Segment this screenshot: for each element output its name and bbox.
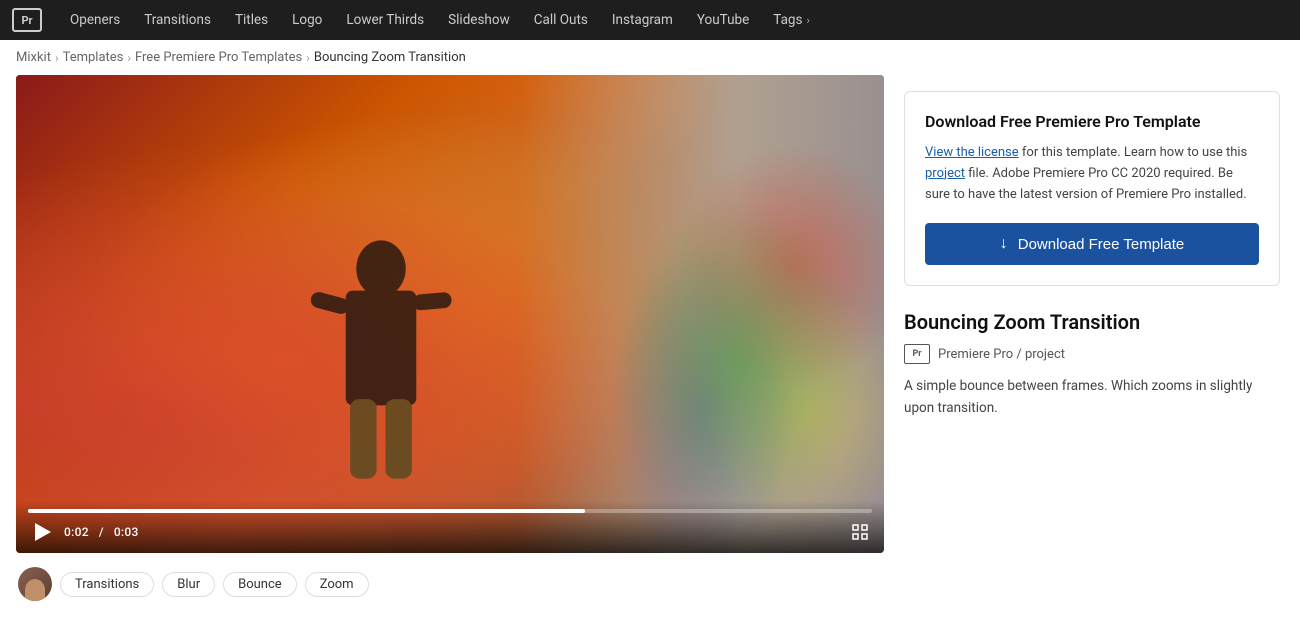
navbar-items: Openers Transitions Titles Logo Lower Th… xyxy=(58,0,822,40)
video-progress-bar[interactable] xyxy=(28,509,872,513)
video-controls-left: 0:02 / 0:03 xyxy=(28,519,139,545)
nav-item-titles[interactable]: Titles xyxy=(223,0,280,40)
video-section: 0:02 / 0:03 xyxy=(16,75,884,601)
nav-item-instagram[interactable]: Instagram xyxy=(600,0,685,40)
nav-item-lower-thirds[interactable]: Lower Thirds xyxy=(334,0,436,40)
download-card-title: Download Free Premiere Pro Template xyxy=(925,112,1259,131)
video-controls-row: 0:02 / 0:03 xyxy=(28,519,872,545)
sidebar: Download Free Premiere Pro Template View… xyxy=(884,75,1300,436)
tag-blur[interactable]: Blur xyxy=(162,572,215,597)
download-button-label: Download Free Template xyxy=(1018,236,1184,253)
template-description: A simple bounce between frames. Which zo… xyxy=(904,376,1280,419)
template-title: Bouncing Zoom Transition xyxy=(904,310,1280,334)
tag-transitions[interactable]: Transitions xyxy=(60,572,154,597)
navbar: Pr Openers Transitions Titles Logo Lower… xyxy=(0,0,1300,40)
nav-item-call-outs[interactable]: Call Outs xyxy=(522,0,600,40)
template-type-label: Premiere Pro / project xyxy=(938,347,1065,362)
video-background xyxy=(16,75,884,553)
tag-bounce[interactable]: Bounce xyxy=(223,572,297,597)
main-content: 0:02 / 0:03 xyxy=(0,75,1300,621)
video-wall xyxy=(519,75,884,553)
breadcrumb-current: Bouncing Zoom Transition xyxy=(314,50,466,65)
chevron-right-icon: › xyxy=(806,14,809,27)
breadcrumb-templates[interactable]: Templates xyxy=(63,50,124,65)
tag-zoom[interactable]: Zoom xyxy=(305,572,369,597)
template-info: Bouncing Zoom Transition Pr Premiere Pro… xyxy=(904,310,1280,419)
template-meta: Pr Premiere Pro / project xyxy=(904,344,1280,364)
breadcrumb-free-templates[interactable]: Free Premiere Pro Templates xyxy=(135,50,302,65)
breadcrumb-sep-2: › xyxy=(127,51,131,65)
breadcrumb-sep-1: › xyxy=(55,51,59,65)
video-figure-silhouette xyxy=(291,198,471,498)
avatar-figure xyxy=(25,579,45,601)
nav-item-youtube[interactable]: YouTube xyxy=(685,0,761,40)
nav-item-slideshow[interactable]: Slideshow xyxy=(436,0,522,40)
video-tags: Transitions Blur Bounce Zoom xyxy=(16,567,884,601)
breadcrumb-mixkit[interactable]: Mixkit xyxy=(16,50,51,65)
video-time-total: 0:03 xyxy=(114,525,139,539)
license-link[interactable]: View the license xyxy=(925,145,1019,160)
play-icon xyxy=(35,523,51,541)
play-button[interactable] xyxy=(28,519,54,545)
fullscreen-icon xyxy=(852,524,868,540)
project-link[interactable]: project xyxy=(925,166,965,181)
breadcrumb: Mixkit › Templates › Free Premiere Pro T… xyxy=(0,40,1300,75)
video-time-separator: / xyxy=(99,525,104,539)
user-avatar xyxy=(18,567,52,601)
download-card: Download Free Premiere Pro Template View… xyxy=(904,91,1280,286)
nav-item-openers[interactable]: Openers xyxy=(58,0,132,40)
fullscreen-button[interactable] xyxy=(848,520,872,544)
video-controls: 0:02 / 0:03 xyxy=(16,501,884,553)
video-time-current: 0:02 xyxy=(64,525,89,539)
navbar-logo[interactable]: Pr xyxy=(12,8,42,32)
download-button[interactable]: ↓ Download Free Template xyxy=(925,223,1259,265)
download-card-desc: View the license for this template. Lear… xyxy=(925,143,1259,205)
nav-item-tags[interactable]: Tags › xyxy=(761,12,822,28)
download-icon: ↓ xyxy=(1000,235,1008,253)
video-wall-graffiti xyxy=(519,75,884,553)
video-progress-fill xyxy=(28,509,585,513)
premiere-pro-badge: Pr xyxy=(904,344,930,364)
video-container[interactable]: 0:02 / 0:03 xyxy=(16,75,884,553)
nav-item-transitions[interactable]: Transitions xyxy=(132,0,223,40)
breadcrumb-sep-3: › xyxy=(306,51,310,65)
nav-item-logo[interactable]: Logo xyxy=(280,0,334,40)
